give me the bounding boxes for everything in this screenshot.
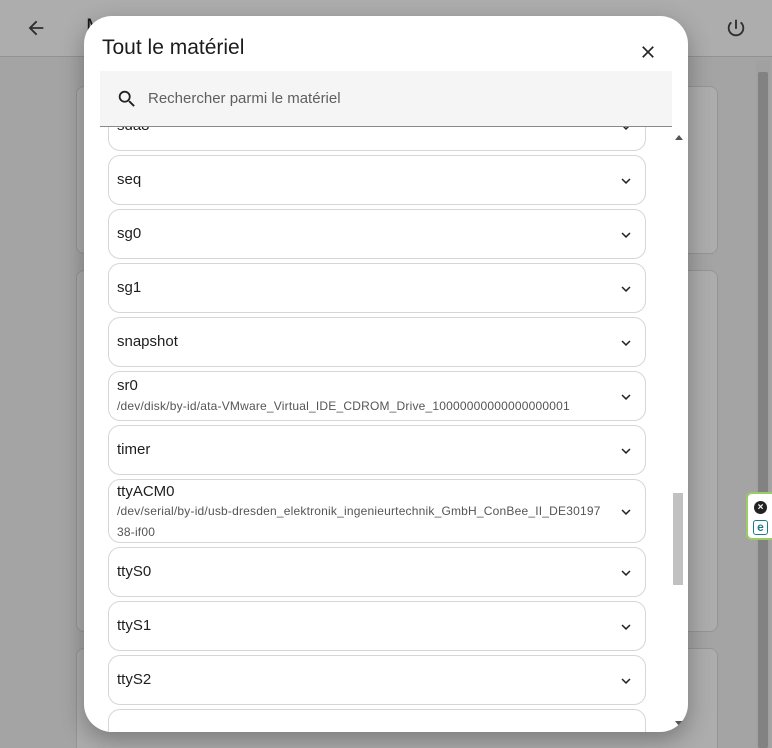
chevron-down-icon[interactable] <box>617 503 635 521</box>
list-item[interactable]: ttyS1 <box>108 601 646 651</box>
device-name: sr0 <box>117 377 138 394</box>
search-field[interactable] <box>100 71 672 127</box>
list-item[interactable]: ttyS0 <box>108 547 646 597</box>
extension-widget: × e <box>746 492 772 540</box>
chevron-down-icon[interactable] <box>617 172 635 190</box>
close-icon <box>642 46 654 58</box>
chevron-down-icon[interactable] <box>617 672 635 690</box>
list-item[interactable]: sda8 <box>108 127 646 151</box>
device-name: ttyS0 <box>117 563 152 580</box>
chevron-down-icon[interactable] <box>617 442 635 460</box>
chevron-down-icon[interactable] <box>617 226 635 244</box>
device-list: sda8 seq sg0 sg1 snapshot <box>84 127 688 732</box>
list-item[interactable] <box>108 709 646 732</box>
list-item[interactable]: sr0 /dev/disk/by-id/ata-VMware_Virtual_I… <box>108 371 646 421</box>
close-button[interactable] <box>634 38 662 66</box>
chevron-down-icon[interactable] <box>617 564 635 582</box>
close-icon[interactable]: × <box>754 501 767 514</box>
scroll-down-arrow-icon[interactable] <box>675 721 683 726</box>
device-path: /dev/disk/by-id/ata-VMware_Virtual_IDE_C… <box>117 399 570 413</box>
all-hardware-dialog: Tout le matériel sda8 seq sg0 <box>84 16 688 732</box>
device-name: timer <box>117 441 151 458</box>
device-name: seq <box>117 171 142 188</box>
device-name: ttyS1 <box>117 617 152 634</box>
chevron-down-icon[interactable] <box>617 334 635 352</box>
magnify-icon <box>118 90 135 107</box>
list-item[interactable]: ttyS2 <box>108 655 646 705</box>
device-name: sg0 <box>117 225 142 242</box>
chevron-down-icon[interactable] <box>617 388 635 406</box>
dialog-scrollbar-thumb[interactable] <box>673 493 683 585</box>
scroll-up-arrow-icon[interactable] <box>675 135 683 140</box>
dialog-title: Tout le matériel <box>102 36 245 59</box>
list-item[interactable]: timer <box>108 425 646 475</box>
extension-e-icon[interactable]: e <box>753 520 768 535</box>
device-name: ttyACM0 <box>117 483 175 500</box>
device-name: sda8 <box>117 127 150 134</box>
list-item[interactable]: sg0 <box>108 209 646 259</box>
list-item[interactable]: sg1 <box>108 263 646 313</box>
list-item[interactable]: seq <box>108 155 646 205</box>
list-item[interactable]: ttyACM0 /dev/serial/by-id/usb-dresden_el… <box>108 479 646 543</box>
device-name: ttyS2 <box>117 671 152 688</box>
device-name: snapshot <box>117 333 178 350</box>
chevron-down-icon[interactable] <box>617 618 635 636</box>
device-name: sg1 <box>117 279 142 296</box>
dialog-scrollbar[interactable] <box>672 127 684 732</box>
chevron-down-icon[interactable] <box>617 280 635 298</box>
list-item[interactable]: snapshot <box>108 317 646 367</box>
chevron-down-icon[interactable] <box>617 127 635 136</box>
device-path: /dev/serial/by-id/usb-dresden_elektronik… <box>117 504 601 539</box>
search-input[interactable] <box>148 71 648 126</box>
